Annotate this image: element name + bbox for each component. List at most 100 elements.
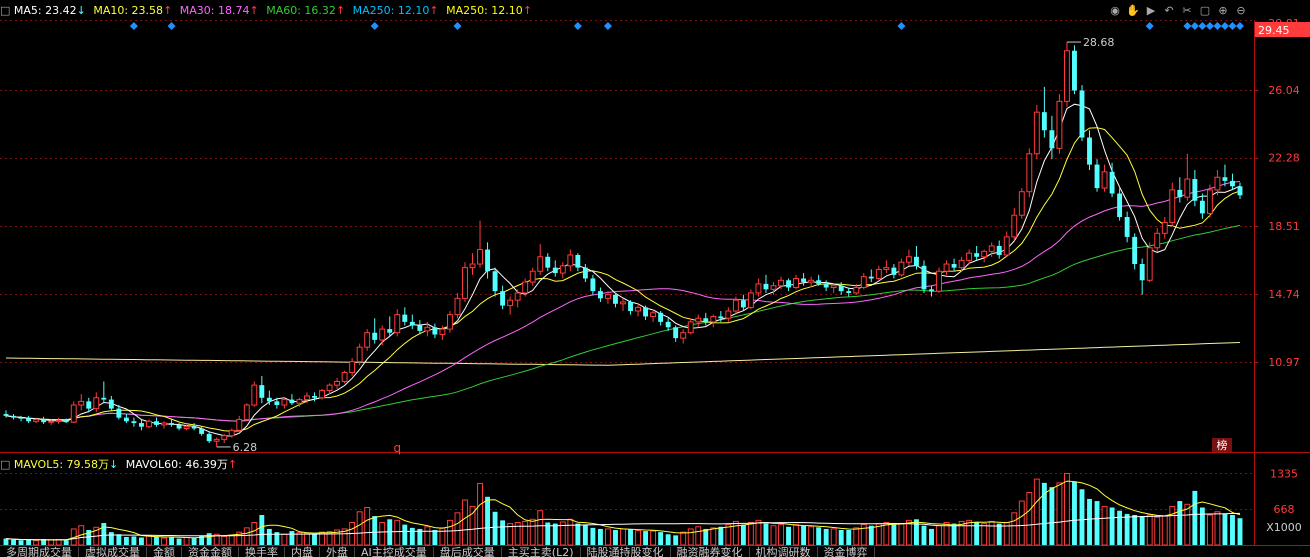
volume-tick-label: 1335 (1270, 467, 1298, 480)
price-tick-label: 10.97 (1268, 356, 1300, 369)
price-tick-label: 22.28 (1268, 152, 1300, 165)
candle-body (1139, 264, 1145, 281)
candle (1237, 182, 1243, 199)
signal-diamond (167, 22, 176, 30)
candle-body (86, 401, 92, 409)
volume-bar (1177, 501, 1183, 545)
cut-icon[interactable]: ✂ (1180, 4, 1194, 18)
volume-bar (446, 519, 453, 546)
volume-bar (432, 530, 438, 545)
candle (1146, 242, 1153, 283)
volume-bar (191, 538, 197, 545)
candle-body (718, 316, 724, 319)
candle-body (1018, 191, 1025, 216)
candle (545, 253, 551, 272)
candle (500, 285, 506, 310)
candle-body (801, 278, 807, 283)
signal-diamond (1213, 22, 1222, 30)
candle (3, 410, 9, 418)
candle (628, 300, 633, 315)
candle-body (763, 283, 769, 290)
tab-3[interactable]: 资金金额 (182, 547, 239, 557)
volume-bar (1056, 482, 1063, 546)
legend-ma10: MA10: 23.58↑ (93, 4, 173, 17)
tab-4[interactable]: 换手率 (239, 547, 285, 557)
add-icon[interactable]: ⊕ (1216, 4, 1230, 18)
candle (93, 392, 100, 413)
candle (1154, 227, 1161, 252)
low-label: 6.28 (233, 441, 258, 454)
candle (11, 414, 16, 420)
lock-icon[interactable]: ▢ (1198, 4, 1212, 18)
volume-bar (500, 520, 506, 545)
volume-bar (3, 538, 9, 545)
candle-body (312, 395, 317, 398)
candle-body (243, 404, 250, 420)
tab-6[interactable]: 外盘 (320, 547, 355, 557)
volume-bar (1087, 498, 1092, 545)
candle-body (1026, 153, 1033, 193)
tab-10[interactable]: 陆股通持股变化 (581, 547, 671, 557)
candle (740, 294, 746, 312)
candle (1214, 170, 1221, 196)
candle-body (326, 384, 333, 392)
volume-bar (582, 524, 588, 545)
candle (485, 242, 491, 279)
candle-body (823, 283, 829, 288)
candle (1184, 153, 1191, 201)
candle-body (643, 307, 649, 317)
tab-1[interactable]: 虚拟成交量 (79, 547, 147, 557)
undo-icon[interactable]: ↶ (1162, 4, 1176, 18)
volume-bar (522, 520, 529, 546)
tab-12[interactable]: 机构调研数 (750, 547, 818, 557)
candle-body (63, 420, 69, 423)
candle (169, 419, 174, 427)
candle (929, 285, 934, 297)
tab-0[interactable]: 多周期成交量 (0, 547, 79, 557)
ma5-line (5, 103, 1241, 437)
candle-body (1206, 189, 1213, 214)
signal-diamond (1145, 22, 1154, 30)
signal-diamond (1198, 22, 1207, 30)
candle-body (559, 265, 566, 274)
candle (703, 312, 709, 326)
candle (1026, 148, 1033, 198)
tab-7[interactable]: AI主控成交量 (355, 547, 434, 557)
chart-toolbar: ◉ ✋ ▶ ↶ ✂ ▢ ⊕ ⊖ (1108, 3, 1248, 19)
tab-2[interactable]: 金额 (147, 547, 182, 557)
volume-bar (823, 528, 829, 545)
candle (936, 267, 942, 293)
tab-8[interactable]: 盘后成交量 (434, 547, 502, 557)
candle-body (446, 314, 453, 330)
hand-icon[interactable]: ✋ (1126, 4, 1140, 18)
tab-5[interactable]: 内盘 (285, 547, 320, 557)
remove-icon[interactable]: ⊖ (1234, 4, 1248, 18)
candle-body (372, 332, 378, 340)
eye-icon[interactable]: ◉ (1108, 4, 1122, 18)
candle-body (485, 249, 491, 272)
candle (725, 307, 732, 322)
candle (454, 292, 461, 319)
candle (507, 296, 514, 315)
candle-body (838, 285, 844, 292)
candle (1117, 188, 1123, 221)
candle-body (680, 332, 687, 339)
candle-body (349, 361, 356, 373)
candle (875, 265, 882, 281)
candle (1011, 207, 1018, 241)
candle (996, 240, 1002, 259)
candle (1056, 94, 1063, 154)
tab-11[interactable]: 融资融券变化 (671, 547, 750, 557)
candle (131, 417, 137, 427)
play-icon[interactable]: ▶ (1144, 4, 1158, 18)
volume-bar (1072, 481, 1077, 545)
volume-bar (116, 534, 122, 545)
tab-9[interactable]: 主买主卖(L2) (502, 547, 581, 557)
candle-body (1192, 179, 1198, 201)
volume-bar (635, 530, 641, 546)
candle (259, 376, 265, 404)
volume-bar (1063, 472, 1070, 546)
candle-body (808, 279, 815, 283)
candle-body (1041, 112, 1047, 131)
tab-13[interactable]: 资金博弈 (818, 547, 875, 557)
